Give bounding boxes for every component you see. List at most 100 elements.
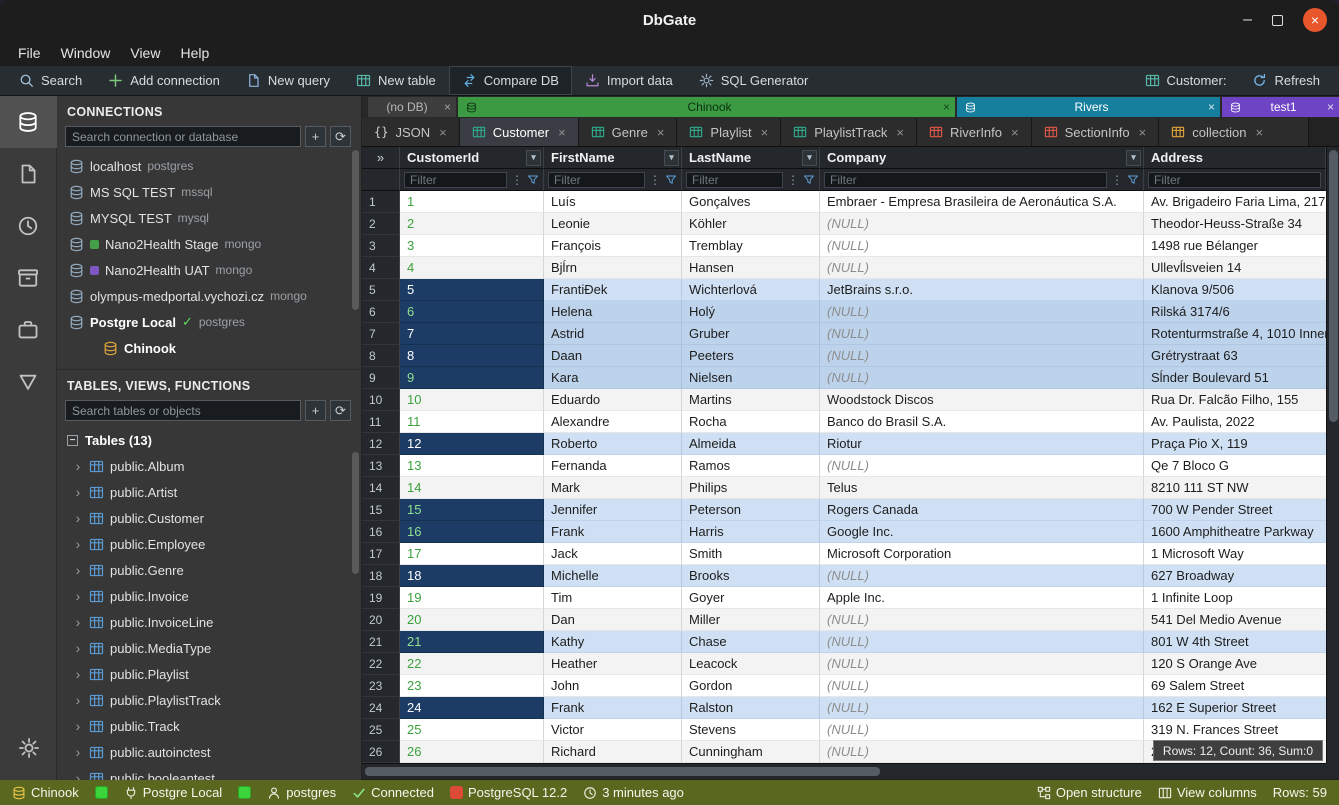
status-chinook[interactable]: Chinook: [12, 785, 79, 800]
cell-lastname[interactable]: Harris: [682, 521, 820, 543]
cell-firstname[interactable]: Alexandre: [544, 411, 682, 433]
column-header-address[interactable]: Address: [1144, 147, 1326, 169]
cell-lastname[interactable]: Stevens: [682, 719, 820, 741]
activitybar-gear-icon[interactable]: [0, 722, 57, 774]
table-public-playlisttrack[interactable]: ›public.PlaylistTrack: [57, 687, 361, 713]
vertical-scrollbar[interactable]: [1326, 147, 1339, 763]
tab-json[interactable]: {}JSON×: [362, 118, 460, 146]
activitybar-history-icon[interactable]: [0, 200, 57, 252]
cell-lastname[interactable]: Gonçalves: [682, 191, 820, 213]
cell-address[interactable]: 801 W 4th Street: [1144, 631, 1326, 653]
row-number[interactable]: 12: [362, 433, 400, 455]
cell-lastname[interactable]: Martins: [682, 389, 820, 411]
cell-address[interactable]: 1600 Amphitheatre Parkway: [1144, 521, 1326, 543]
row-number[interactable]: 10: [362, 389, 400, 411]
cell-address[interactable]: Grétrystraat 63: [1144, 345, 1326, 367]
db-tab-rivers[interactable]: Rivers×: [957, 97, 1220, 117]
cell-company[interactable]: (NULL): [820, 323, 1144, 345]
cell-lastname[interactable]: Ralston: [682, 697, 820, 719]
cell-firstname[interactable]: Eduardo: [544, 389, 682, 411]
close-icon[interactable]: ×: [1011, 125, 1019, 140]
cell-firstname[interactable]: Kara: [544, 367, 682, 389]
activitybar-file-icon[interactable]: [0, 148, 57, 200]
maximize-button[interactable]: [1272, 15, 1283, 26]
table-public-playlist[interactable]: ›public.Playlist: [57, 661, 361, 687]
cell-customerid[interactable]: 24: [400, 697, 544, 719]
cell-company[interactable]: (NULL): [820, 697, 1144, 719]
row-number[interactable]: 19: [362, 587, 400, 609]
row-number[interactable]: 22: [362, 653, 400, 675]
cell-lastname[interactable]: Gruber: [682, 323, 820, 345]
row-number[interactable]: 5: [362, 279, 400, 301]
table-public-mediatype[interactable]: ›public.MediaType: [57, 635, 361, 661]
close-icon[interactable]: ×: [943, 100, 950, 114]
cell-firstname[interactable]: Victor: [544, 719, 682, 741]
tab-sectioninfo[interactable]: SectionInfo×: [1032, 118, 1160, 146]
chevron-right-icon[interactable]: ›: [73, 666, 83, 682]
cell-company[interactable]: (NULL): [820, 741, 1144, 763]
close-icon[interactable]: ×: [1139, 125, 1147, 140]
close-icon[interactable]: ×: [444, 100, 451, 114]
cell-customerid[interactable]: 9: [400, 367, 544, 389]
cell-firstname[interactable]: Frank: [544, 697, 682, 719]
cell-lastname[interactable]: Leacock: [682, 653, 820, 675]
minimize-button[interactable]: –: [1243, 12, 1252, 28]
cell-customerid[interactable]: 23: [400, 675, 544, 697]
cell-address[interactable]: 162 E Superior Street: [1144, 697, 1326, 719]
close-button[interactable]: ×: [1303, 8, 1327, 32]
cell-lastname[interactable]: Miller: [682, 609, 820, 631]
cell-company[interactable]: (NULL): [820, 301, 1144, 323]
row-number[interactable]: 6: [362, 301, 400, 323]
menu-help[interactable]: Help: [170, 43, 219, 63]
tab-riverinfo[interactable]: RiverInfo×: [917, 118, 1032, 146]
connection-localhost[interactable]: localhostpostgres: [57, 153, 361, 179]
chevron-right-icon[interactable]: ›: [73, 718, 83, 734]
cell-company[interactable]: (NULL): [820, 675, 1144, 697]
cell-company[interactable]: (NULL): [820, 235, 1144, 257]
cell-lastname[interactable]: Köhler: [682, 213, 820, 235]
table-public-customer[interactable]: ›public.Customer: [57, 505, 361, 531]
tab-collection[interactable]: collection×: [1159, 118, 1309, 146]
row-number[interactable]: 18: [362, 565, 400, 587]
cell-firstname[interactable]: Heather: [544, 653, 682, 675]
search-tables-input[interactable]: [65, 400, 301, 421]
cell-address[interactable]: Av. Brigadeiro Faria Lima, 2170: [1144, 191, 1326, 213]
cell-customerid[interactable]: 5: [400, 279, 544, 301]
cell-customerid[interactable]: 13: [400, 455, 544, 477]
cell-lastname[interactable]: Gordon: [682, 675, 820, 697]
chevron-down-icon[interactable]: ▾: [802, 150, 817, 166]
refresh-connections-button[interactable]: ⟳: [330, 126, 351, 147]
column-header-firstname[interactable]: FirstName▾: [544, 147, 682, 169]
toolbar-search[interactable]: Search: [6, 66, 95, 95]
status-open-structure[interactable]: Open structure: [1037, 785, 1142, 800]
cell-company[interactable]: (NULL): [820, 565, 1144, 587]
row-number[interactable]: 3: [362, 235, 400, 257]
cell-address[interactable]: Rotenturmstraße 4, 1010 Innere Stadt: [1144, 323, 1326, 345]
connection-olympus-medportal-vychozi-cz[interactable]: olympus-medportal.vychozi.czmongo: [57, 283, 361, 309]
toolbar-import-data[interactable]: Import data: [572, 66, 686, 95]
menu-view[interactable]: View: [120, 43, 170, 63]
cell-lastname[interactable]: Smith: [682, 543, 820, 565]
cell-address[interactable]: Ullevĺlsveien 14: [1144, 257, 1326, 279]
cell-address[interactable]: Qe 7 Bloco G: [1144, 455, 1326, 477]
db-tab-chinook[interactable]: Chinook×: [458, 97, 955, 117]
funnel-icon[interactable]: [665, 174, 677, 186]
cell-lastname[interactable]: Holý: [682, 301, 820, 323]
filter-menu-icon[interactable]: ⋮: [787, 173, 799, 187]
cell-address[interactable]: Av. Paulista, 2022: [1144, 411, 1326, 433]
cell-lastname[interactable]: Nielsen: [682, 367, 820, 389]
table-public-track[interactable]: ›public.Track: [57, 713, 361, 739]
cell-customerid[interactable]: 26: [400, 741, 544, 763]
panel-scrollbar-bottom[interactable]: [352, 452, 359, 574]
cell-lastname[interactable]: Rocha: [682, 411, 820, 433]
close-icon[interactable]: ×: [1255, 125, 1263, 140]
cell-firstname[interactable]: Daan: [544, 345, 682, 367]
cell-firstname[interactable]: Jennifer: [544, 499, 682, 521]
cell-company[interactable]: (NULL): [820, 631, 1144, 653]
cell-company[interactable]: Telus: [820, 477, 1144, 499]
cell-address[interactable]: Sĺnder Boulevard 51: [1144, 367, 1326, 389]
chevron-right-icon[interactable]: ›: [73, 692, 83, 708]
cell-lastname[interactable]: Peterson: [682, 499, 820, 521]
cell-address[interactable]: Rilská 3174/6: [1144, 301, 1326, 323]
cell-company[interactable]: (NULL): [820, 455, 1144, 477]
